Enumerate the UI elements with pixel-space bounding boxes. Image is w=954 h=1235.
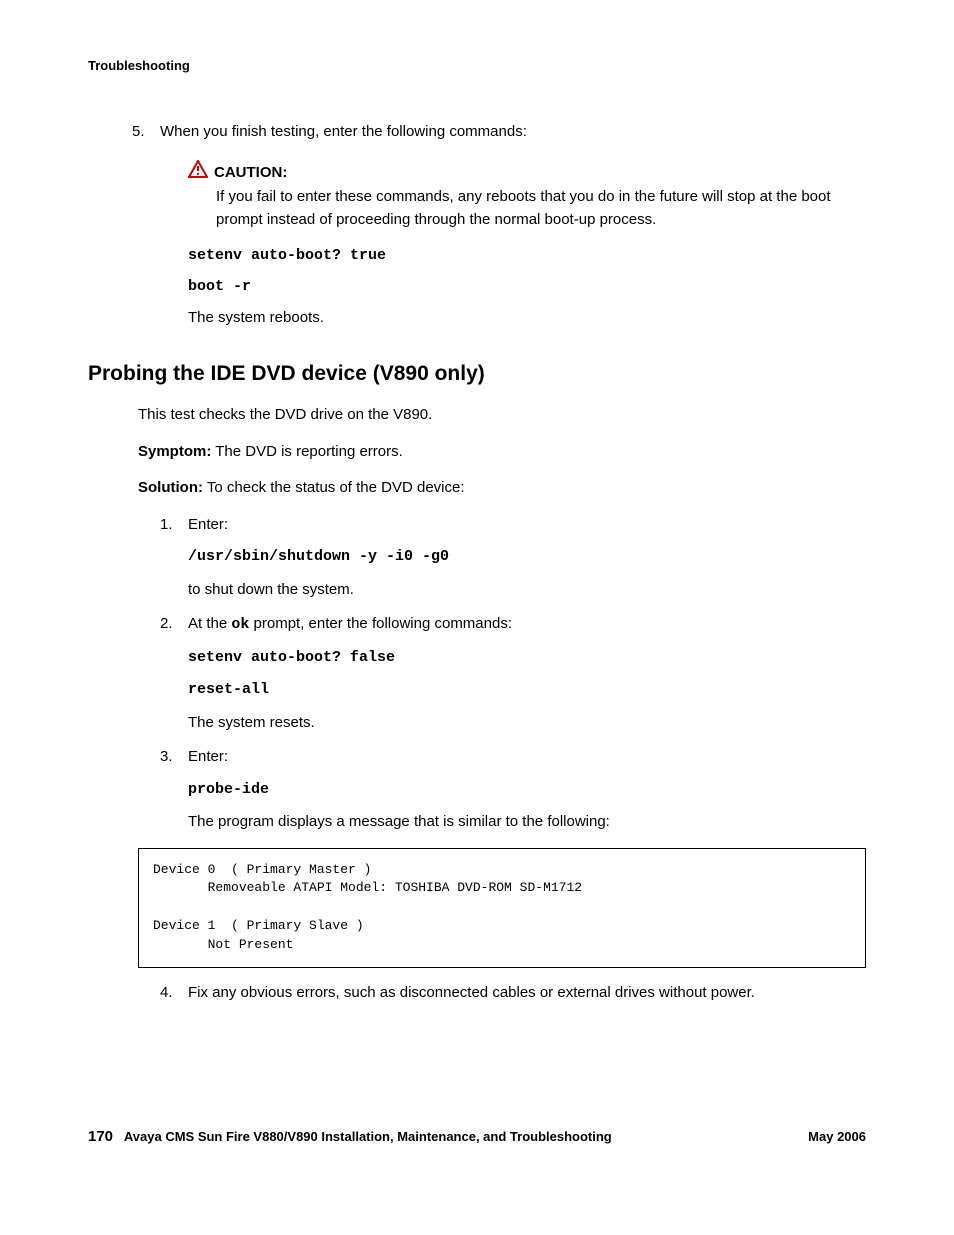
page-number: 170 bbox=[88, 1128, 113, 1145]
solution-label: Solution: bbox=[138, 479, 203, 496]
cmd-setenv-false: setenv auto-boot? false bbox=[188, 647, 866, 670]
cmd-setenv-true: setenv auto-boot? true bbox=[188, 245, 866, 266]
symptom-line: Symptom: The DVD is reporting errors. bbox=[88, 441, 866, 464]
step-2-tail: The system resets. bbox=[188, 712, 866, 735]
step-1: Enter: /usr/sbin/shutdown -y -i0 -g0 to … bbox=[188, 514, 866, 602]
running-header: Troubleshooting bbox=[88, 58, 866, 73]
step-4: Fix any obvious errors, such as disconne… bbox=[188, 982, 866, 1005]
step-3-lead: Enter: bbox=[188, 748, 228, 765]
step-4-text: Fix any obvious errors, such as disconne… bbox=[188, 984, 755, 1001]
step-2-post: prompt, enter the following commands: bbox=[249, 615, 512, 632]
solution-text: To check the status of the DVD device: bbox=[203, 479, 465, 496]
section-intro: This test checks the DVD drive on the V8… bbox=[88, 404, 866, 427]
step-3: Enter: probe-ide The program displays a … bbox=[188, 746, 866, 834]
step-5-result: The system reboots. bbox=[188, 307, 866, 328]
step-5-text: When you finish testing, enter the follo… bbox=[160, 123, 527, 140]
terminal-output: Device 0 ( Primary Master ) Removeable A… bbox=[138, 848, 866, 968]
caution-body: If you fail to enter these commands, any… bbox=[216, 186, 866, 231]
cmd-probe-ide: probe-ide bbox=[188, 779, 866, 802]
ok-prompt: ok bbox=[231, 616, 249, 633]
section-heading: Probing the IDE DVD device (V890 only) bbox=[88, 362, 866, 386]
footer-title: Avaya CMS Sun Fire V880/V890 Installatio… bbox=[124, 1129, 612, 1144]
step-1-tail: to shut down the system. bbox=[188, 579, 866, 602]
footer-date: May 2006 bbox=[808, 1129, 866, 1144]
step-2: At the ok prompt, enter the following co… bbox=[188, 613, 866, 734]
symptom-label: Symptom: bbox=[138, 443, 211, 460]
cmd-shutdown: /usr/sbin/shutdown -y -i0 -g0 bbox=[188, 546, 866, 569]
cmd-boot-r: boot -r bbox=[188, 276, 866, 297]
symptom-text: The DVD is reporting errors. bbox=[211, 443, 402, 460]
caution-block: CAUTION: If you fail to enter these comm… bbox=[188, 160, 866, 231]
warning-icon bbox=[188, 160, 208, 184]
step-1-lead: Enter: bbox=[188, 516, 228, 533]
cmd-reset-all: reset-all bbox=[188, 679, 866, 702]
step-5: When you finish testing, enter the follo… bbox=[160, 121, 866, 328]
step-2-pre: At the bbox=[188, 615, 231, 632]
page-footer: 170 Avaya CMS Sun Fire V880/V890 Install… bbox=[88, 1128, 866, 1145]
caution-label: CAUTION: bbox=[214, 162, 287, 183]
solution-line: Solution: To check the status of the DVD… bbox=[88, 477, 866, 500]
step-3-tail: The program displays a message that is s… bbox=[188, 811, 866, 834]
